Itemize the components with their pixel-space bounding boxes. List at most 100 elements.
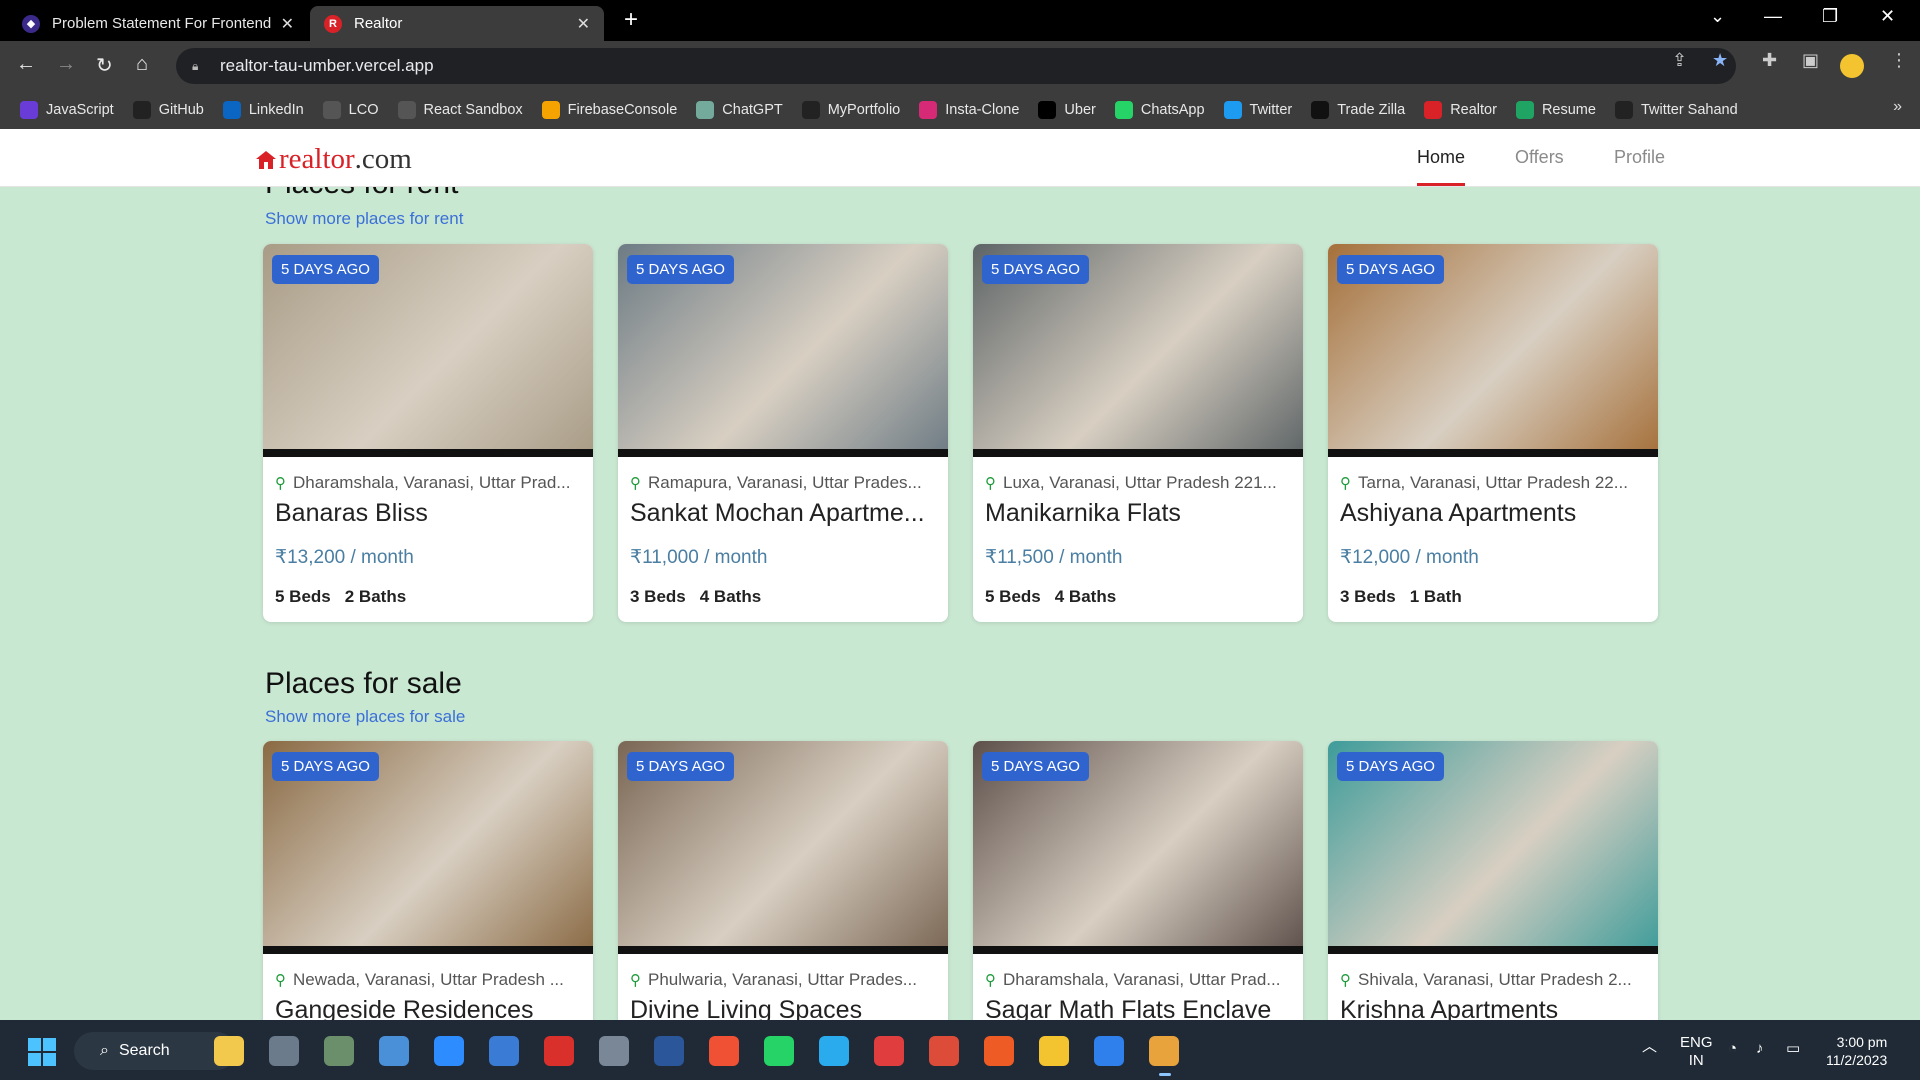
telegram-icon[interactable] [819,1036,849,1066]
bookmark-item[interactable]: ChatsApp [1114,101,1205,119]
nav-profile[interactable]: Profile [1614,147,1665,168]
acrobat-icon[interactable] [544,1036,574,1066]
minimize-icon[interactable]: — [1764,6,1782,27]
listing-card[interactable]: 5 DAYS AGO ⚲ Phulwaria, Varanasi, Uttar Pr… [618,741,948,1020]
wifi-icon[interactable]: ◔ [1728,1040,1737,1058]
windows-start-icon[interactable] [28,1038,56,1066]
listing-card[interactable]: 5 DAYS AGO ⚲ Luxa, Varanasi, Uttar Pradesh… [973,244,1303,622]
bookmark-item[interactable]: FirebaseConsole [541,101,678,119]
baths-count: 2 Baths [344,587,407,606]
beds-count: 3 Beds [1340,587,1396,606]
github-icon [1614,101,1633,119]
zoom-icon[interactable] [434,1036,464,1066]
calculator-icon[interactable] [324,1036,354,1066]
camera-icon[interactable] [269,1036,299,1066]
taskbar-search[interactable]: ⌕ Search [74,1032,236,1070]
bookmark-item[interactable]: LCO [322,101,379,119]
listing-card[interactable]: 5 DAYS AGO ⚲ Dharamshala, Varanasi, Uttar … [973,741,1303,1020]
listing-name: Manikarnika Flats [985,499,1181,527]
clock[interactable]: 3:00 pm 11/2/2023 [1826,1033,1887,1069]
forward-arrow-icon[interactable]: → [56,53,76,76]
nav-offers[interactable]: Offers [1515,147,1564,168]
tab-title: Realtor [354,15,403,32]
twitter-icon [1223,101,1242,119]
tab-problem-statement[interactable]: ◆ Problem Statement For Frontend ✕ [8,6,308,41]
listing-rooms: 5 Beds 2 Baths [275,587,406,607]
window-close-icon[interactable]: ✕ [1880,6,1895,27]
listing-card[interactable]: 5 DAYS AGO ⚲ Ramapura, Varanasi, Uttar Pra… [618,244,948,622]
close-icon[interactable]: ✕ [577,14,590,34]
realtor-logo[interactable]: realtor .com [255,143,412,176]
tab-search-chevron-icon[interactable]: ⌄ [1710,6,1725,27]
restore-icon[interactable]: ❐ [1822,6,1838,27]
chrome-canary-icon[interactable] [1149,1036,1179,1076]
chrome-icon[interactable] [929,1036,959,1066]
bookmark-label: Twitter Sahand [1640,102,1738,118]
beds-count: 5 Beds [275,587,331,606]
bookmark-item[interactable]: Insta-Clone [919,101,1019,119]
bookmark-item[interactable]: Uber [1038,101,1096,119]
bookmark-item[interactable]: Realtor [1424,101,1497,119]
profile-avatar[interactable] [1840,54,1864,78]
location-pin-icon: ⚲ [985,475,996,492]
menu-kebab-icon[interactable]: ⋮ [1890,50,1908,71]
listing-card[interactable]: 5 DAYS AGO ⚲ Newada, Varanasi, Uttar Prade… [263,741,593,1020]
side-panel-icon[interactable]: ▣ [1802,50,1819,71]
new-tab-plus-icon[interactable]: + [624,6,638,34]
listing-rooms: 5 Beds 4 Baths [985,587,1116,607]
language-indicator[interactable]: ENG IN [1680,1034,1713,1070]
listing-card[interactable]: 5 DAYS AGO ⚲ Tarna, Varanasi, Uttar Prades… [1328,244,1658,622]
volume-icon[interactable]: ♪ [1756,1040,1764,1058]
settings-icon[interactable] [599,1036,629,1066]
listing-rooms: 3 Beds 1 Bath [1340,587,1462,607]
tray-chevron-up-icon[interactable]: ︿ [1642,1038,1657,1056]
mail-icon[interactable] [489,1036,519,1066]
address-bar[interactable]: 🔒︎ realtor-tau-umber.vercel.app [176,48,1736,84]
git-icon[interactable] [709,1036,739,1066]
listing-price: ₹12,000 / month [1340,547,1479,568]
vlc-icon[interactable] [874,1036,904,1066]
bookmark-item[interactable]: ChatGPT [696,101,783,119]
bookmark-item[interactable]: GitHub [132,101,204,119]
listing-card[interactable]: 5 DAYS AGO ⚲ Dharamshala, Varanasi, Uttar … [263,244,593,622]
whatsapp-icon[interactable] [764,1036,794,1066]
share-icon[interactable]: ⇪ [1672,50,1687,71]
close-icon[interactable]: ✕ [281,14,294,34]
bookmark-item[interactable]: Trade Zilla [1311,101,1405,119]
reload-icon[interactable]: ↻ [96,53,113,78]
browser-toolbar: ← → ↻ ⌂ 🔒︎ realtor-tau-umber.vercel.app … [0,41,1920,91]
bookmark-item[interactable]: React Sandbox [397,101,523,119]
back-arrow-icon[interactable]: ← [16,53,36,76]
bookmark-item[interactable]: Twitter [1223,101,1292,119]
folder-icon[interactable] [1039,1036,1069,1066]
bookmark-label: Trade Zilla [1337,102,1406,118]
show-more-rent-link[interactable]: Show more places for rent [265,209,463,229]
postman-icon[interactable] [984,1036,1014,1066]
more-bookmarks-chevron-icon[interactable]: » [1893,98,1902,116]
bookmark-item[interactable]: JavaScript [20,101,114,119]
tab-realtor[interactable]: R Realtor ✕ [310,6,604,41]
vscode-icon[interactable] [1094,1036,1124,1066]
battery-icon[interactable]: ▭ [1786,1040,1800,1058]
listing-location: ⚲ Phulwaria, Varanasi, Uttar Prades... [630,970,940,990]
bookmark-star-icon[interactable]: ★ [1712,50,1728,71]
word-icon[interactable] [654,1036,684,1066]
bookmark-item[interactable]: Resume [1515,101,1596,119]
nav-home[interactable]: Home [1417,147,1465,168]
show-more-sale-link[interactable]: Show more places for sale [265,707,465,727]
photo-watermark-strip [1328,946,1658,954]
file-explorer-icon[interactable] [214,1036,244,1066]
instagram-icon [919,101,938,119]
listing-card[interactable]: 5 DAYS AGO ⚲ Shivala, Varanasi, Uttar Prad… [1328,741,1658,1020]
house-logo-icon [256,150,276,169]
bookmark-item[interactable]: Twitter Sahand [1614,101,1738,119]
location-text: Newada, Varanasi, Uttar Pradesh ... [293,970,564,989]
location-pin-icon: ⚲ [275,972,286,989]
bookmark-label: FirebaseConsole [567,102,678,118]
home-icon[interactable]: ⌂ [136,53,148,76]
bookmark-label: Insta-Clone [945,102,1020,118]
photos-icon[interactable] [379,1036,409,1066]
bookmark-item[interactable]: MyPortfolio [801,101,900,119]
bookmark-item[interactable]: LinkedIn [222,101,304,119]
extensions-puzzle-icon[interactable]: ✚ [1762,50,1777,71]
